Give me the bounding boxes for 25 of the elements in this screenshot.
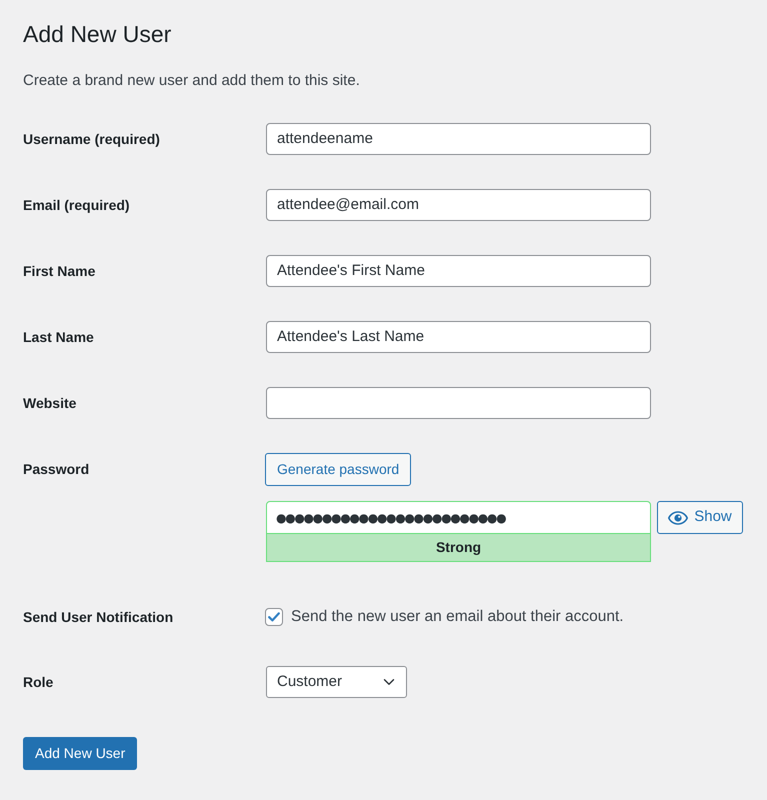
checkbox[interactable] xyxy=(265,608,283,626)
text-input-field[interactable]: Attendee's Last Name xyxy=(266,321,651,353)
field-label: Username (required) xyxy=(23,130,160,149)
field-label: Email (required) xyxy=(23,196,130,215)
eye-icon xyxy=(668,510,688,524)
checkbox-label: Send the new user an email about their account. xyxy=(291,607,624,628)
text-input-field[interactable]: Attendee's First Name xyxy=(266,255,651,287)
show-password-button[interactable]: Show xyxy=(657,501,743,534)
field-label: Role xyxy=(23,673,54,692)
add-new-user-button[interactable]: Add New User xyxy=(23,737,138,770)
field-label: Password xyxy=(23,460,90,479)
password-strength-meter: Strong xyxy=(266,534,651,562)
text-input-field[interactable]: attendeename xyxy=(266,123,651,155)
checkmark-icon xyxy=(268,612,280,622)
generate-password-button[interactable]: Generate password xyxy=(265,453,412,486)
role-select[interactable]: Customer xyxy=(266,666,407,698)
field-label: Send User Notification xyxy=(23,608,174,627)
field-label: Website xyxy=(23,394,76,413)
page-description: Create a brand new user and add them to this site. xyxy=(23,71,360,91)
field-label: First Name xyxy=(23,262,96,281)
text-input-field[interactable] xyxy=(266,387,651,419)
text-input-field[interactable]: attendee@email.com xyxy=(266,189,651,221)
password-field[interactable]: ●●●●●●●●●●●●●●●●●●●●●●●●● xyxy=(266,501,651,534)
page-title: Add New User xyxy=(23,20,172,49)
field-label: Last Name xyxy=(23,328,94,347)
